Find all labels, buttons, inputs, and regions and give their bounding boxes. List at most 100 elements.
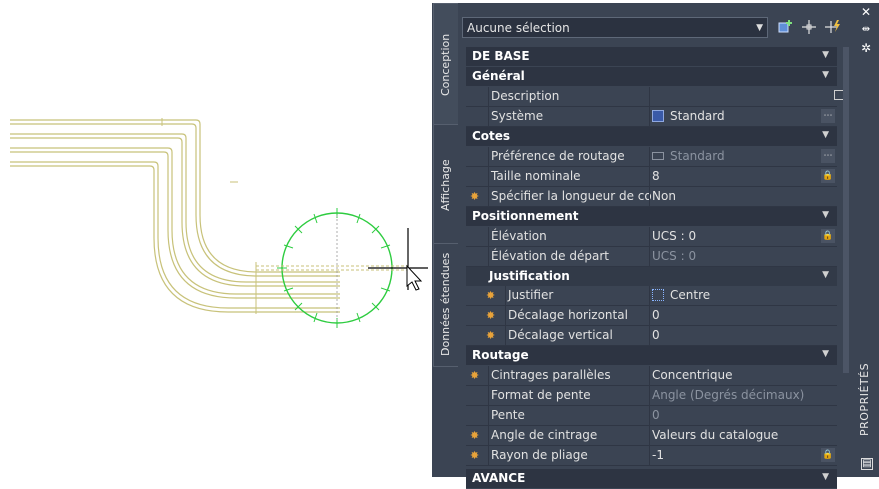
prop-rayon-pliage[interactable]: ✸ Rayon de pliage -1 🔒 bbox=[466, 446, 837, 466]
prop-label: Élévation bbox=[488, 227, 651, 246]
prop-taille-nominale[interactable]: Taille nominale 8 🔒 bbox=[466, 167, 837, 187]
prop-value: UCS : 0 bbox=[649, 247, 837, 266]
prop-description[interactable]: Description bbox=[466, 87, 845, 107]
pipe-bundle[interactable] bbox=[10, 119, 340, 313]
prop-elevation-depart[interactable]: Élévation de départ UCS : 0 bbox=[466, 247, 837, 267]
collapse-icon[interactable]: ▼ bbox=[822, 349, 829, 359]
lock-icon[interactable]: 🔒 bbox=[821, 229, 835, 243]
prop-value[interactable]: 8 bbox=[649, 167, 837, 186]
prop-angle-cintrage[interactable]: ✸ Angle de cintrage Valeurs du catalogue bbox=[466, 426, 837, 446]
browse-icon[interactable]: ⋯ bbox=[821, 109, 835, 123]
prop-decalage-horizontal[interactable]: ✸ Décalage horizontal 0 bbox=[466, 306, 837, 326]
prop-label: Système bbox=[488, 107, 651, 126]
justify-icon bbox=[652, 289, 664, 301]
modified-star-icon: ✸ bbox=[470, 190, 480, 203]
prop-label: Description bbox=[488, 87, 651, 106]
scrollbar[interactable] bbox=[843, 47, 849, 373]
collapse-icon[interactable]: ▼ bbox=[822, 472, 829, 482]
options-icon[interactable]: ✲ bbox=[859, 41, 873, 55]
category-title: Général bbox=[472, 69, 525, 83]
tab-donnees-etendues[interactable]: Données étendues bbox=[433, 243, 458, 367]
prop-label: Format de pente bbox=[488, 386, 651, 405]
tab-label: Données étendues bbox=[439, 252, 452, 356]
tab-conception[interactable]: Conception bbox=[433, 3, 458, 125]
prop-label: Élévation de départ bbox=[488, 247, 651, 266]
modified-star-icon: ✸ bbox=[470, 449, 480, 462]
category-positionnement[interactable]: Positionnement ▼ bbox=[466, 207, 837, 227]
prop-label: Décalage vertical bbox=[505, 326, 651, 345]
category-cotes[interactable]: Cotes ▼ bbox=[466, 127, 837, 147]
lock-icon[interactable]: 🔒 bbox=[821, 448, 835, 462]
lock-icon[interactable]: 🔒 bbox=[821, 169, 835, 183]
chevron-down-icon: ▼ bbox=[756, 23, 763, 33]
prop-preference-routage[interactable]: Préférence de routage Standard ⋯ bbox=[466, 147, 837, 167]
section-header-base[interactable]: DE BASE ▼ bbox=[466, 47, 837, 67]
prop-label: Pente bbox=[488, 406, 651, 425]
selection-dropdown[interactable]: Aucune sélection ▼ bbox=[462, 17, 768, 38]
prop-value[interactable]: Standard bbox=[649, 147, 837, 166]
collapse-icon[interactable]: ▼ bbox=[822, 270, 829, 280]
quick-select-icon[interactable] bbox=[824, 19, 842, 37]
prop-value[interactable]: -1 bbox=[649, 446, 837, 465]
prop-value[interactable]: Valeurs du catalogue bbox=[649, 426, 837, 445]
section-title: AVANCE bbox=[472, 471, 526, 485]
autohide-icon[interactable]: ⇹ bbox=[859, 23, 873, 37]
cursor-crosshair bbox=[368, 228, 428, 291]
section-title: DE BASE bbox=[472, 49, 530, 63]
collapse-icon[interactable]: ▼ bbox=[822, 50, 829, 60]
prop-value[interactable]: 0 bbox=[649, 326, 837, 345]
close-icon[interactable]: ✕ bbox=[859, 5, 873, 19]
prop-format-pente[interactable]: Format de pente Angle (Degrés décimaux) bbox=[466, 386, 837, 406]
add-selection-icon[interactable] bbox=[776, 19, 794, 37]
collapse-icon[interactable]: ▼ bbox=[822, 70, 829, 80]
prop-value-text: Standard bbox=[670, 109, 725, 123]
category-routage[interactable]: Routage ▼ bbox=[466, 346, 837, 366]
prop-decalage-vertical[interactable]: ✸ Décalage vertical 0 bbox=[466, 326, 837, 346]
prop-pente[interactable]: Pente 0 bbox=[466, 406, 837, 426]
subcategory-justification[interactable]: Justification ▼ bbox=[466, 267, 837, 286]
prop-elevation[interactable]: Élévation UCS : 0 🔒 bbox=[466, 227, 837, 247]
prop-value[interactable]: Concentrique bbox=[649, 366, 837, 385]
prop-value[interactable]: 0 bbox=[649, 306, 837, 325]
palette-titlebar: ✕ ⇹ ✲ PROPRIÉTÉS ▤ bbox=[854, 3, 879, 477]
prop-value[interactable]: Standard bbox=[649, 107, 837, 126]
prop-value: Angle (Degrés décimaux) bbox=[649, 386, 837, 405]
modified-star-icon: ✸ bbox=[486, 329, 496, 342]
prop-systeme[interactable]: Système Standard ⋯ bbox=[466, 107, 837, 127]
modified-star-icon: ✸ bbox=[486, 289, 496, 302]
collapse-icon[interactable]: ▼ bbox=[822, 210, 829, 220]
category-title: Routage bbox=[472, 348, 529, 362]
prop-value: 0 bbox=[649, 406, 837, 425]
modified-star-icon: ✸ bbox=[486, 309, 496, 322]
modified-star-icon: ✸ bbox=[470, 369, 480, 382]
palette-title: PROPRIÉTÉS bbox=[858, 362, 871, 436]
properties-panel-icon[interactable]: ▤ bbox=[861, 458, 873, 470]
tab-affichage[interactable]: Affichage bbox=[433, 124, 458, 244]
section-header-avance[interactable]: AVANCE ▼ bbox=[466, 469, 837, 489]
routing-icon bbox=[652, 152, 664, 160]
category-general[interactable]: Général ▼ bbox=[466, 67, 837, 87]
subcategory-title: Justification bbox=[489, 269, 570, 283]
prop-specifier-longueur[interactable]: ✸ Spécifier la longueur de co... Non bbox=[466, 187, 837, 207]
prop-label: Justifier bbox=[505, 286, 651, 305]
pick-point-icon[interactable] bbox=[800, 19, 818, 37]
prop-value[interactable]: Centre bbox=[649, 286, 837, 305]
tab-label: Affichage bbox=[439, 159, 452, 211]
prop-value[interactable]: UCS : 0 bbox=[649, 227, 837, 246]
pipe-joints bbox=[161, 118, 257, 314]
prop-label: Rayon de pliage bbox=[488, 446, 651, 465]
prop-value-text: Standard bbox=[670, 149, 725, 163]
tab-label: Conception bbox=[439, 33, 452, 96]
prop-cintrages-paralleles[interactable]: ✸ Cintrages parallèles Concentrique bbox=[466, 366, 837, 386]
prop-label: Préférence de routage bbox=[488, 147, 651, 166]
prop-label: Cintrages parallèles bbox=[488, 366, 651, 385]
prop-value[interactable] bbox=[649, 87, 845, 106]
browse-icon[interactable]: ⋯ bbox=[821, 149, 835, 163]
prop-label: Décalage horizontal bbox=[505, 306, 651, 325]
palette-tabs: Conception Affichage Données étendues bbox=[432, 3, 458, 477]
prop-justifier[interactable]: ✸ Justifier Centre bbox=[466, 286, 837, 306]
prop-label: Angle de cintrage bbox=[488, 426, 651, 445]
collapse-icon[interactable]: ▼ bbox=[822, 130, 829, 140]
prop-value[interactable]: Non bbox=[649, 187, 837, 206]
prop-value-text: Centre bbox=[670, 288, 711, 302]
